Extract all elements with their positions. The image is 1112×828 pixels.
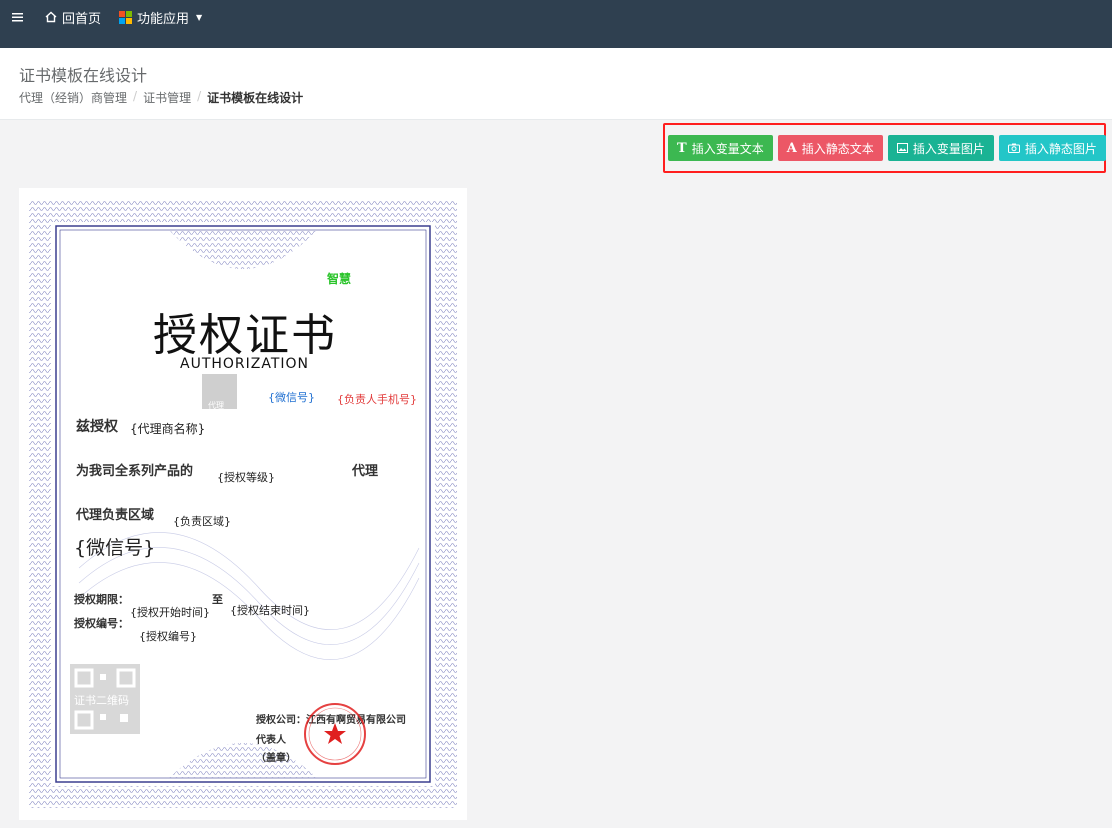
wisdom-text[interactable]: 智慧: [327, 270, 351, 287]
top-navbar: 回首页 功能应用 ▼: [0, 0, 1112, 48]
caret-down-icon: ▼: [196, 12, 203, 22]
products-label[interactable]: 为我司全系列产品的: [76, 460, 193, 479]
agent-suffix-label[interactable]: 代理: [352, 460, 378, 479]
wechat-large-variable[interactable]: {微信号}: [74, 533, 155, 560]
certificate-subtitle[interactable]: AUTHORIZATION: [180, 356, 309, 372]
home-link-label: 回首页: [62, 11, 102, 27]
button-label: 插入变量图片: [912, 141, 985, 156]
breadcrumb-item[interactable]: 代理（经销）商管理: [19, 89, 127, 106]
insert-static-text-button[interactable]: A 插入静态文本: [777, 135, 883, 161]
wechat-variable-text[interactable]: {微信号}: [268, 389, 315, 405]
insert-variable-image-button[interactable]: 插入变量图片: [887, 135, 994, 161]
agent-name-variable[interactable]: {代理商名称}: [130, 420, 205, 437]
breadcrumb-item[interactable]: 证书管理: [143, 89, 191, 106]
insert-toolbar: T 插入变量文本 A 插入静态文本 插入变量图片 插入静态图片: [663, 123, 1106, 173]
certificate-canvas[interactable]: 智慧 授权证书 AUTHORIZATION 代理 {微信号} {负责人手机号} …: [19, 188, 467, 820]
hamburger-icon: [12, 13, 23, 22]
button-label: 插入静态文本: [801, 141, 874, 156]
button-label: 插入静态图片: [1024, 141, 1097, 156]
home-link[interactable]: 回首页: [45, 0, 101, 34]
home-icon: [45, 11, 57, 23]
hereby-label[interactable]: 兹授权: [76, 416, 118, 436]
photo-label: 代理: [208, 401, 224, 410]
number-label[interactable]: 授权编号：: [74, 615, 129, 631]
breadcrumb-separator: /: [197, 89, 202, 103]
apps-grid-icon: [119, 10, 132, 24]
seal-star-icon: [304, 703, 366, 765]
phone-variable-text[interactable]: {负责人手机号}: [337, 391, 417, 407]
level-variable[interactable]: {授权等级}: [217, 469, 275, 485]
seal-label[interactable]: （盖章）: [256, 749, 296, 764]
apps-menu-label: 功能应用: [137, 11, 190, 27]
region-label[interactable]: 代理负责区域: [76, 504, 154, 523]
image-icon: [896, 143, 908, 153]
page-title: 证书模板在线设计: [19, 66, 148, 85]
font-icon: A: [786, 140, 797, 156]
certificate-title[interactable]: 授权证书: [153, 299, 337, 363]
end-date-variable[interactable]: {授权结束时间}: [230, 602, 310, 618]
number-variable[interactable]: {授权编号}: [139, 628, 197, 644]
breadcrumb: 代理（经销）商管理 / 证书管理 / 证书模板在线设计: [19, 89, 303, 106]
insert-static-image-button[interactable]: 插入静态图片: [998, 135, 1106, 161]
camera-icon: [1007, 143, 1020, 153]
menu-toggle-button[interactable]: [12, 0, 24, 34]
page-header: 证书模板在线设计 代理（经销）商管理 / 证书管理 / 证书模板在线设计: [0, 48, 1112, 120]
to-label[interactable]: 至: [212, 591, 223, 607]
company-seal-stamp[interactable]: [303, 702, 367, 766]
representative-label[interactable]: 代表人: [256, 731, 286, 746]
start-date-variable[interactable]: {授权开始时间}: [130, 604, 210, 620]
text-icon: T: [677, 140, 687, 156]
region-variable[interactable]: {负责区域}: [173, 513, 231, 529]
breadcrumb-separator: /: [133, 89, 138, 103]
period-label[interactable]: 授权期限：: [74, 591, 129, 607]
apps-menu-dropdown[interactable]: 功能应用 ▼: [119, 0, 202, 34]
qr-label: 证书二维码: [74, 694, 129, 707]
button-label: 插入变量文本: [691, 141, 764, 156]
certificate-qr-placeholder[interactable]: 证书二维码: [70, 664, 140, 734]
agent-photo-placeholder[interactable]: 代理: [202, 374, 237, 410]
insert-variable-text-button[interactable]: T 插入变量文本: [668, 135, 773, 161]
breadcrumb-current: 证书模板在线设计: [207, 91, 304, 105]
